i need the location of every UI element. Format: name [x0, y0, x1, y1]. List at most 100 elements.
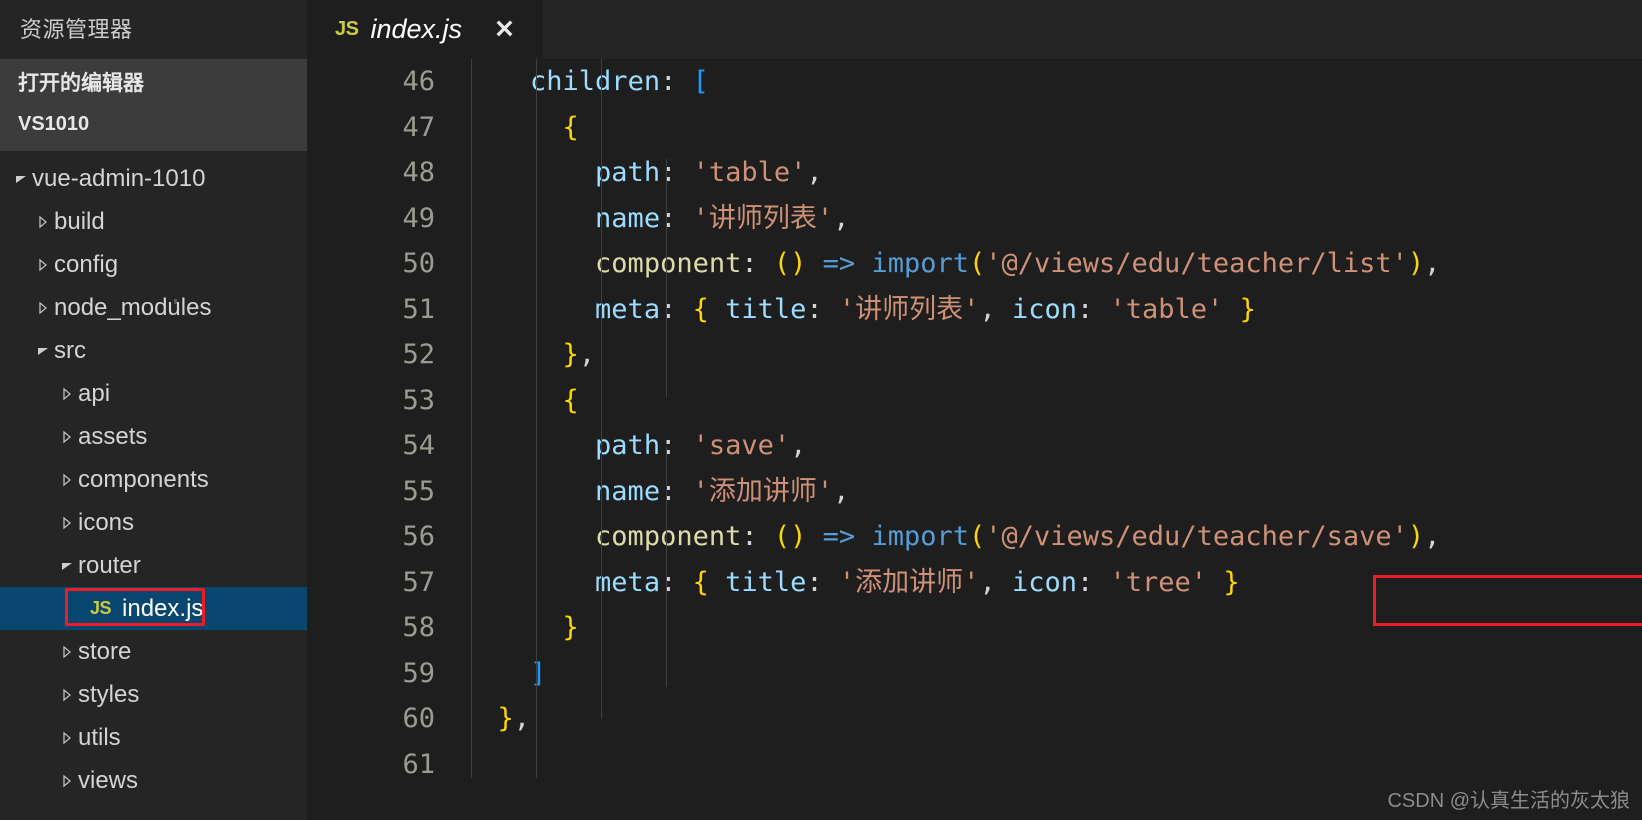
chevron-right-icon[interactable]	[56, 429, 78, 445]
code-token: '讲师列表'	[692, 202, 834, 234]
code-line[interactable]: name: '添加讲师',	[465, 469, 1642, 515]
code-token: }	[1239, 293, 1256, 325]
code-line[interactable]: },	[465, 696, 1642, 742]
tree-item-views[interactable]: views	[0, 759, 307, 802]
chevron-right-icon[interactable]	[56, 515, 78, 531]
chevron-down-icon[interactable]	[32, 343, 54, 359]
chevron-down-icon[interactable]	[10, 171, 32, 187]
code-token: component	[595, 248, 742, 279]
code-line[interactable]: ]	[465, 651, 1642, 697]
code-token: ,	[1424, 521, 1441, 552]
code-line[interactable]: children: [	[465, 59, 1642, 105]
code-token: '讲师列表'	[838, 293, 980, 325]
code-token: '添加讲师'	[838, 566, 980, 598]
code-token: title	[725, 566, 807, 598]
tree-item-index-js[interactable]: JS index.js	[0, 587, 307, 630]
open-editor-item-vs1010[interactable]: VS1010	[0, 104, 307, 145]
code-token: :	[1076, 566, 1110, 598]
line-number: 54	[402, 430, 435, 461]
code-token: path	[595, 157, 661, 188]
tree-item-router[interactable]: router	[0, 544, 307, 587]
tree-item-vue-admin-1010[interactable]: vue-admin-1010	[0, 157, 307, 200]
tree-item-styles[interactable]: styles	[0, 673, 307, 716]
tree-item-components[interactable]: components	[0, 458, 307, 501]
code-line[interactable]: },	[465, 332, 1642, 378]
code-line[interactable]: component: () => import('@/views/edu/tea…	[465, 514, 1642, 560]
code-token: [	[692, 66, 709, 97]
code-token: meta	[595, 293, 661, 325]
code-token: {	[692, 293, 709, 325]
tree-item-store[interactable]: store	[0, 630, 307, 673]
code-line[interactable]: component: () => import('@/views/edu/tea…	[465, 241, 1642, 287]
code-line[interactable]: {	[465, 378, 1642, 424]
code-token: 'table'	[692, 157, 807, 188]
chevron-right-icon[interactable]	[56, 730, 78, 746]
code-line[interactable]: meta: { title: '添加讲师', icon: 'tree' }	[465, 560, 1642, 606]
tree-item-label: api	[78, 379, 111, 407]
chevron-right-icon[interactable]	[32, 257, 54, 273]
line-number: 59	[402, 657, 435, 689]
tree-item-label: vue-admin-1010	[32, 164, 206, 192]
tree-item-utils[interactable]: utils	[0, 716, 307, 759]
code-line[interactable]: name: '讲师列表',	[465, 196, 1642, 242]
code-token: import	[871, 248, 969, 279]
code-token: :	[660, 66, 693, 97]
code-token: ,	[513, 703, 531, 734]
code-line[interactable]: }	[465, 605, 1642, 651]
close-icon[interactable]: ✕	[494, 17, 515, 42]
chevron-right-icon[interactable]	[56, 386, 78, 402]
tree-item-label: assets	[78, 422, 148, 450]
tree-item-assets[interactable]: assets	[0, 415, 307, 458]
chevron-right-icon[interactable]	[32, 214, 54, 230]
tree-item-label: store	[78, 637, 132, 665]
tree-item-label: src	[54, 336, 86, 364]
tree-item-build[interactable]: build	[0, 200, 307, 243]
line-number: 50	[402, 248, 435, 279]
chevron-right-icon[interactable]	[56, 644, 78, 660]
code-token: ,	[833, 202, 850, 234]
code-line[interactable]: path: 'save',	[465, 423, 1642, 469]
code-editor[interactable]: 46 47 48 49 50 51 52 53 54 55 56 57 58 59 60 61 childre…	[307, 59, 1642, 820]
code-token: )	[1407, 521, 1425, 552]
code-content[interactable]: children: [ { path: 'table', name: '讲师列表…	[459, 59, 1642, 820]
code-line[interactable]: meta: { title: '讲师列表', icon: 'table' }	[465, 287, 1642, 333]
tab-index-js[interactable]: JS index.js ✕	[307, 0, 543, 59]
open-editors-header[interactable]: 打开的编辑器	[0, 63, 307, 104]
code-token: :	[660, 566, 693, 598]
code-line[interactable]: path: 'table',	[465, 150, 1642, 196]
chevron-right-icon[interactable]	[56, 773, 78, 789]
chevron-down-icon[interactable]	[56, 558, 78, 574]
line-number: 53	[402, 384, 435, 416]
code-token: :	[660, 475, 693, 507]
tree-item-src[interactable]: src	[0, 329, 307, 372]
code-token: component	[595, 521, 742, 552]
code-token: }	[562, 339, 579, 370]
code-line[interactable]: {	[465, 105, 1642, 151]
chevron-right-icon[interactable]	[56, 687, 78, 703]
line-number: 48	[402, 157, 435, 188]
code-token: name	[595, 475, 661, 507]
tree-item-icons[interactable]: icons	[0, 501, 307, 544]
tree-item-api[interactable]: api	[0, 372, 307, 415]
code-token: ,	[1424, 248, 1441, 279]
chevron-right-icon[interactable]	[56, 472, 78, 488]
code-token: =>	[822, 521, 856, 552]
chevron-right-icon[interactable]	[32, 300, 54, 316]
line-number: 51	[402, 293, 435, 325]
line-number: 46	[402, 66, 435, 97]
tree-item-node-modules[interactable]: node_modules	[0, 286, 307, 329]
file-tree: vue-admin-1010 build config node_modulessrc…	[0, 151, 307, 820]
code-token: '@/views/edu/teacher/save'	[985, 521, 1408, 552]
code-token: ,	[790, 430, 807, 461]
tree-item-config[interactable]: config	[0, 243, 307, 286]
line-number: 56	[402, 521, 435, 552]
